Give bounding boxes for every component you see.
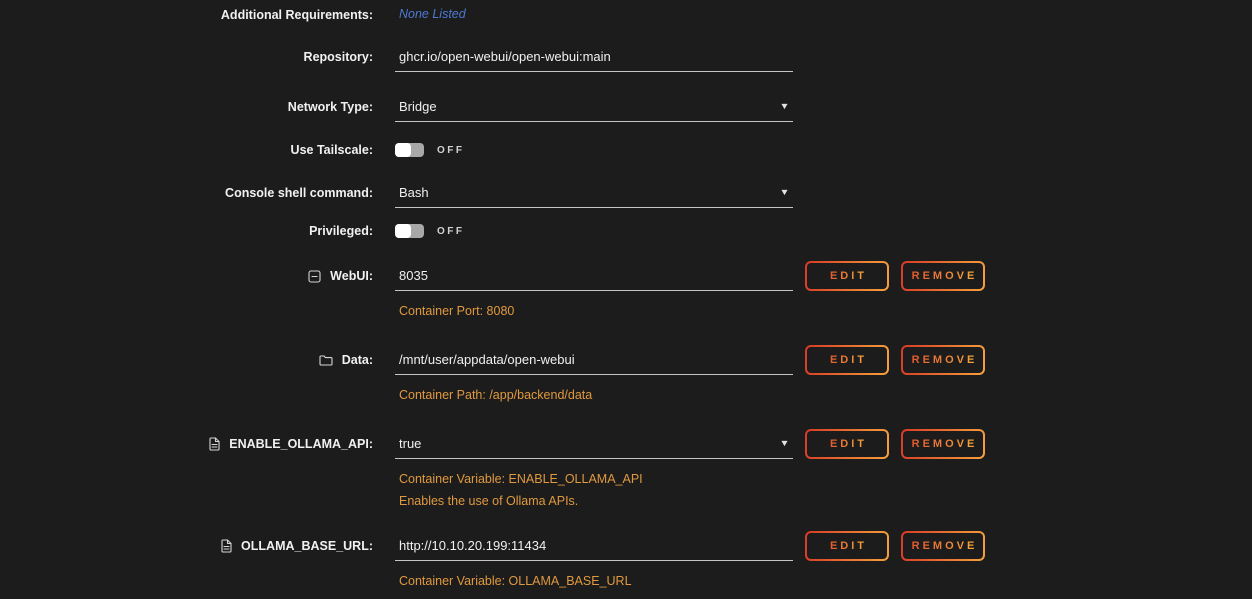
field-label-wrap: Data: — [0, 345, 373, 375]
data-path-description: Container Path: /app/backend/data — [395, 387, 793, 403]
field-label-wrap: Repository: — [0, 42, 373, 72]
form-row-additional-requirements: Additional Requirements: None Listed — [0, 7, 1252, 22]
form-row-ollama-base-url: OLLAMA_BASE_URL: http://10.10.20.199:114… — [0, 531, 1252, 589]
field-label-wrap: ENABLE_OLLAMA_API: — [0, 429, 373, 459]
remove-button[interactable]: REMOVE — [901, 261, 985, 291]
form-row-network-type: Network Type: Bridge ▼ — [0, 92, 1252, 122]
field-label-wrap: Additional Requirements: — [0, 7, 373, 22]
field-label-wrap: Network Type: — [0, 92, 373, 122]
form-row-webui-port: WebUI: 8035 Container Port: 8080 EDIT RE… — [0, 261, 1252, 319]
console-shell-command-select[interactable]: Bash ▼ — [395, 178, 793, 208]
remove-button[interactable]: REMOVE — [901, 345, 985, 375]
use-tailscale-label: Use Tailscale: — [291, 143, 373, 157]
folder-icon — [319, 354, 333, 366]
container-settings-form: Additional Requirements: None Listed Rep… — [0, 7, 1252, 589]
additional-requirements-value: None Listed — [395, 7, 793, 22]
form-row-console-shell-command: Console shell command: Bash ▼ — [0, 178, 1252, 208]
remove-button[interactable]: REMOVE — [901, 531, 985, 561]
ollama-base-url-description: Container Variable: OLLAMA_BASE_URL — [395, 573, 793, 589]
use-tailscale-toggle[interactable] — [395, 143, 424, 157]
webui-port-value: 8035 — [399, 268, 428, 283]
form-row-enable-ollama-api: ENABLE_OLLAMA_API: true ▼ Container Vari… — [0, 429, 1252, 509]
file-icon — [209, 437, 220, 451]
remove-button[interactable]: REMOVE — [901, 429, 985, 459]
repository-input[interactable]: ghcr.io/open-webui/open-webui:main — [395, 42, 793, 72]
enable-ollama-api-label: ENABLE_OLLAMA_API: — [229, 437, 373, 451]
field-label-wrap: Use Tailscale: — [0, 135, 373, 165]
chevron-down-icon: ▼ — [779, 439, 789, 448]
enable-ollama-api-description-2: Enables the use of Ollama APIs. — [395, 493, 793, 509]
toggle-knob — [395, 224, 411, 238]
network-type-value: Bridge — [399, 99, 437, 114]
field-label-wrap: OLLAMA_BASE_URL: — [0, 531, 373, 561]
minus-square-icon — [308, 270, 321, 283]
network-type-select[interactable]: Bridge ▼ — [395, 92, 793, 122]
webui-port-label: WebUI: — [330, 269, 373, 283]
enable-ollama-api-description: Container Variable: ENABLE_OLLAMA_API — [395, 471, 793, 487]
additional-requirements-label: Additional Requirements: — [221, 8, 373, 22]
webui-port-input[interactable]: 8035 — [395, 261, 793, 291]
repository-label: Repository: — [304, 50, 373, 64]
field-label-wrap: WebUI: — [0, 261, 373, 291]
form-row-repository: Repository: ghcr.io/open-webui/open-webu… — [0, 42, 1252, 72]
field-label-wrap: Console shell command: — [0, 178, 373, 208]
chevron-down-icon: ▼ — [779, 188, 789, 197]
edit-button[interactable]: EDIT — [805, 345, 889, 375]
file-icon — [221, 539, 232, 553]
network-type-label: Network Type: — [288, 100, 373, 114]
edit-button[interactable]: EDIT — [805, 531, 889, 561]
field-label-wrap: Privileged: — [0, 216, 373, 246]
form-row-use-tailscale: Use Tailscale: OFF — [0, 135, 1252, 165]
ollama-base-url-value: http://10.10.20.199:11434 — [399, 538, 546, 553]
toggle-knob — [395, 143, 411, 157]
data-path-value: /mnt/user/appdata/open-webui — [399, 352, 575, 367]
privileged-state: OFF — [437, 226, 465, 237]
enable-ollama-api-select[interactable]: true ▼ — [395, 429, 793, 459]
data-path-input[interactable]: /mnt/user/appdata/open-webui — [395, 345, 793, 375]
edit-button[interactable]: EDIT — [805, 429, 889, 459]
ollama-base-url-label: OLLAMA_BASE_URL: — [241, 539, 373, 553]
privileged-toggle[interactable] — [395, 224, 424, 238]
enable-ollama-api-value: true — [399, 436, 421, 451]
repository-value: ghcr.io/open-webui/open-webui:main — [399, 49, 611, 64]
form-row-data-path: Data: /mnt/user/appdata/open-webui Conta… — [0, 345, 1252, 403]
webui-port-description: Container Port: 8080 — [395, 303, 793, 319]
ollama-base-url-input[interactable]: http://10.10.20.199:11434 — [395, 531, 793, 561]
console-shell-command-label: Console shell command: — [225, 186, 373, 200]
form-row-privileged: Privileged: OFF — [0, 216, 1252, 246]
use-tailscale-state: OFF — [437, 145, 465, 156]
privileged-label: Privileged: — [309, 224, 373, 238]
data-path-label: Data: — [342, 353, 373, 367]
console-shell-command-value: Bash — [399, 185, 429, 200]
edit-button[interactable]: EDIT — [805, 261, 889, 291]
chevron-down-icon: ▼ — [779, 102, 789, 111]
